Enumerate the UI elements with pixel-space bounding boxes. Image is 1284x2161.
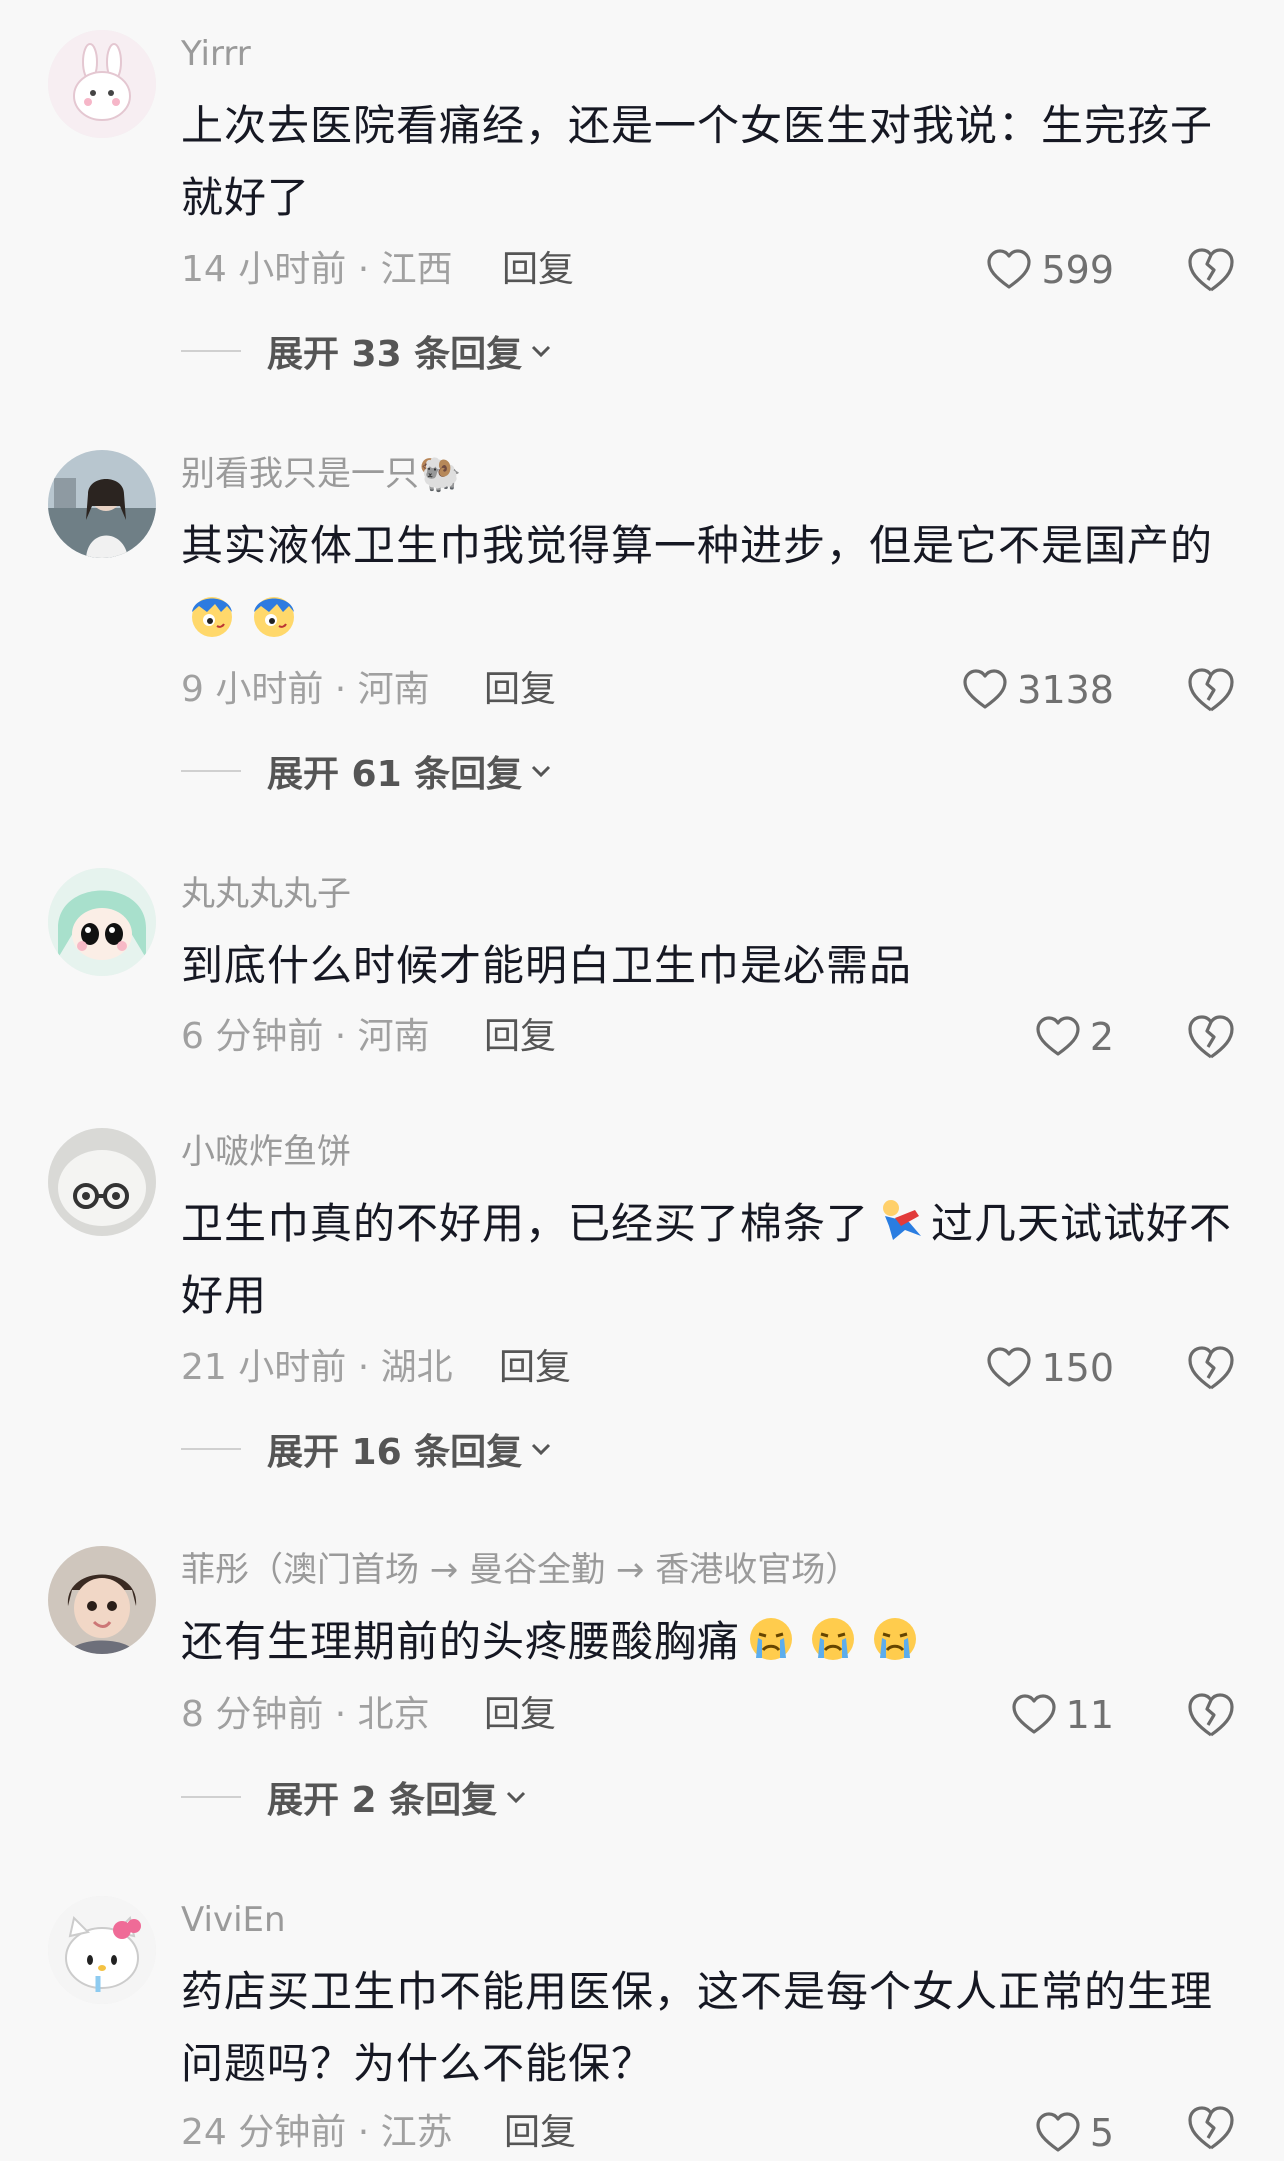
comment-text: 药店买卫生巾不能用医保，这不是每个女人正常的生理问题吗？为什么不能保？ xyxy=(181,1967,1214,2088)
blue-hair-emoji-icon xyxy=(254,597,294,637)
like-button[interactable]: 2 xyxy=(1034,1009,1114,1065)
comment-text: 还有生理期前的头疼腰酸胸痛 xyxy=(181,1606,1241,1678)
dislike-button[interactable] xyxy=(1186,244,1236,296)
like-button[interactable]: 5 xyxy=(1034,2105,1114,2161)
expand-replies-label: 展开 2 条回复 xyxy=(267,1780,498,1821)
comment-text: 卫生巾真的不好用，已经买了棉条了 过几天试试好不好用 xyxy=(181,1188,1241,1332)
avatar[interactable] xyxy=(48,450,156,558)
broken-heart-icon xyxy=(1188,1015,1234,1059)
username[interactable]: 菲彤（澳门首场 → 曼谷全勤 → 香港收官场） xyxy=(181,1548,859,1592)
like-count: 3138 xyxy=(1017,668,1114,712)
avatar[interactable] xyxy=(48,30,156,138)
expand-replies-button[interactable]: 展开 2 条回复 xyxy=(181,1772,529,1822)
chevron-down-icon xyxy=(507,1791,526,1804)
comment-text: 到底什么时候才能明白卫生巾是必需品 xyxy=(181,941,913,990)
running-emoji-icon xyxy=(883,1200,922,1240)
comment-meta: 14 小时前 · 江西 xyxy=(181,249,453,290)
dislike-button[interactable] xyxy=(1186,1011,1236,1063)
heart-icon xyxy=(1036,2112,1080,2152)
like-button[interactable]: 599 xyxy=(985,242,1114,298)
reply-button[interactable]: 回复 xyxy=(499,1343,571,1393)
hello-kitty-avatar-icon xyxy=(48,1896,156,2004)
broken-heart-icon xyxy=(1188,248,1234,292)
comment-meta: 9 小时前 · 河南 xyxy=(181,669,430,710)
reply-button[interactable]: 回复 xyxy=(504,2108,576,2158)
like-button[interactable]: 11 xyxy=(1010,1687,1114,1743)
avatar[interactable] xyxy=(48,868,156,976)
broken-heart-icon xyxy=(1188,1346,1234,1390)
crying-face-emoji-icon xyxy=(812,1618,855,1660)
like-count: 599 xyxy=(1041,248,1114,292)
username[interactable]: 小啵炸鱼饼 xyxy=(181,1130,351,1174)
like-count: 5 xyxy=(1089,2111,1114,2155)
comment-meta: 24 分钟前 · 江苏 xyxy=(181,2112,453,2153)
avatar[interactable] xyxy=(48,1546,156,1654)
like-count: 11 xyxy=(1065,1693,1114,1737)
dislike-button[interactable] xyxy=(1186,664,1236,716)
comment-text-part: 卫生巾真的不好用，已经买了棉条了 xyxy=(181,1199,870,1248)
fluffy-cat-avatar-icon xyxy=(48,1128,156,1236)
bunny-avatar-icon xyxy=(48,30,156,138)
expand-replies-label: 展开 61 条回复 xyxy=(267,754,523,795)
expand-replies-button[interactable]: 展开 61 条回复 xyxy=(181,746,554,796)
dislike-button[interactable] xyxy=(1186,1689,1236,1741)
reply-button[interactable]: 回复 xyxy=(484,1012,556,1062)
like-button[interactable]: 3138 xyxy=(961,662,1114,718)
comment-meta: 8 分钟前 · 北京 xyxy=(181,1694,430,1735)
dislike-button[interactable] xyxy=(1186,2102,1236,2154)
broken-heart-icon xyxy=(1188,668,1234,712)
username-text: 别看我只是一只 xyxy=(181,454,419,494)
reply-button[interactable]: 回复 xyxy=(484,1690,556,1740)
username[interactable]: 别看我只是一只🐏 xyxy=(181,452,461,496)
child-photo-avatar-icon xyxy=(48,1546,156,1654)
heart-icon xyxy=(963,669,1007,709)
comment-text-body: 其实液体卫生巾我觉得算一种进步，但是它不是国产的 xyxy=(181,521,1214,570)
expand-replies-label: 展开 33 条回复 xyxy=(267,334,523,375)
heart-icon xyxy=(987,249,1032,289)
divider-line xyxy=(181,770,241,772)
heart-icon xyxy=(1036,1016,1080,1056)
broken-heart-icon xyxy=(1188,2106,1234,2150)
crying-face-emoji-icon xyxy=(750,1618,793,1660)
comment-meta: 21 小时前 · 湖北 xyxy=(181,1347,453,1388)
comment-meta: 6 分钟前 · 河南 xyxy=(181,1016,430,1057)
chevron-down-icon xyxy=(532,765,551,778)
expand-replies-label: 展开 16 条回复 xyxy=(267,1432,523,1473)
photo-avatar-icon xyxy=(48,450,156,558)
broken-heart-icon xyxy=(1188,1693,1234,1737)
divider-line xyxy=(181,350,241,352)
cartoon-girl-avatar-icon xyxy=(48,868,156,976)
username[interactable]: 丸丸丸丸子 xyxy=(181,872,351,916)
like-count: 2 xyxy=(1089,1015,1114,1059)
avatar[interactable] xyxy=(48,1128,156,1236)
crying-face-emoji-icon xyxy=(874,1618,917,1660)
dislike-button[interactable] xyxy=(1186,1342,1236,1394)
expand-replies-button[interactable]: 展开 33 条回复 xyxy=(181,326,554,376)
chevron-down-icon xyxy=(532,345,551,358)
like-button[interactable]: 150 xyxy=(985,1340,1114,1396)
avatar[interactable] xyxy=(48,1896,156,2004)
comment-text-body: 还有生理期前的头疼腰酸胸痛 xyxy=(181,1617,741,1666)
sheep-emoji: 🐏 xyxy=(419,454,462,494)
reply-button[interactable]: 回复 xyxy=(502,245,574,295)
like-count: 150 xyxy=(1041,1346,1114,1390)
expand-replies-button[interactable]: 展开 16 条回复 xyxy=(181,1424,554,1474)
username[interactable]: Yirrr xyxy=(181,32,251,76)
heart-icon xyxy=(987,1347,1032,1387)
blue-hair-emoji-icon xyxy=(192,597,232,637)
heart-icon xyxy=(1012,1694,1056,1734)
username[interactable]: ViviEn xyxy=(181,1898,286,1942)
comment-text: 上次去医院看痛经，还是一个女医生对我说：生完孩子就好了 xyxy=(181,101,1214,222)
divider-line xyxy=(181,1796,241,1798)
divider-line xyxy=(181,1448,241,1450)
chevron-down-icon xyxy=(532,1443,551,1456)
comment-text: 其实液体卫生巾我觉得算一种进步，但是它不是国产的 xyxy=(181,510,1241,654)
reply-button[interactable]: 回复 xyxy=(484,665,556,715)
